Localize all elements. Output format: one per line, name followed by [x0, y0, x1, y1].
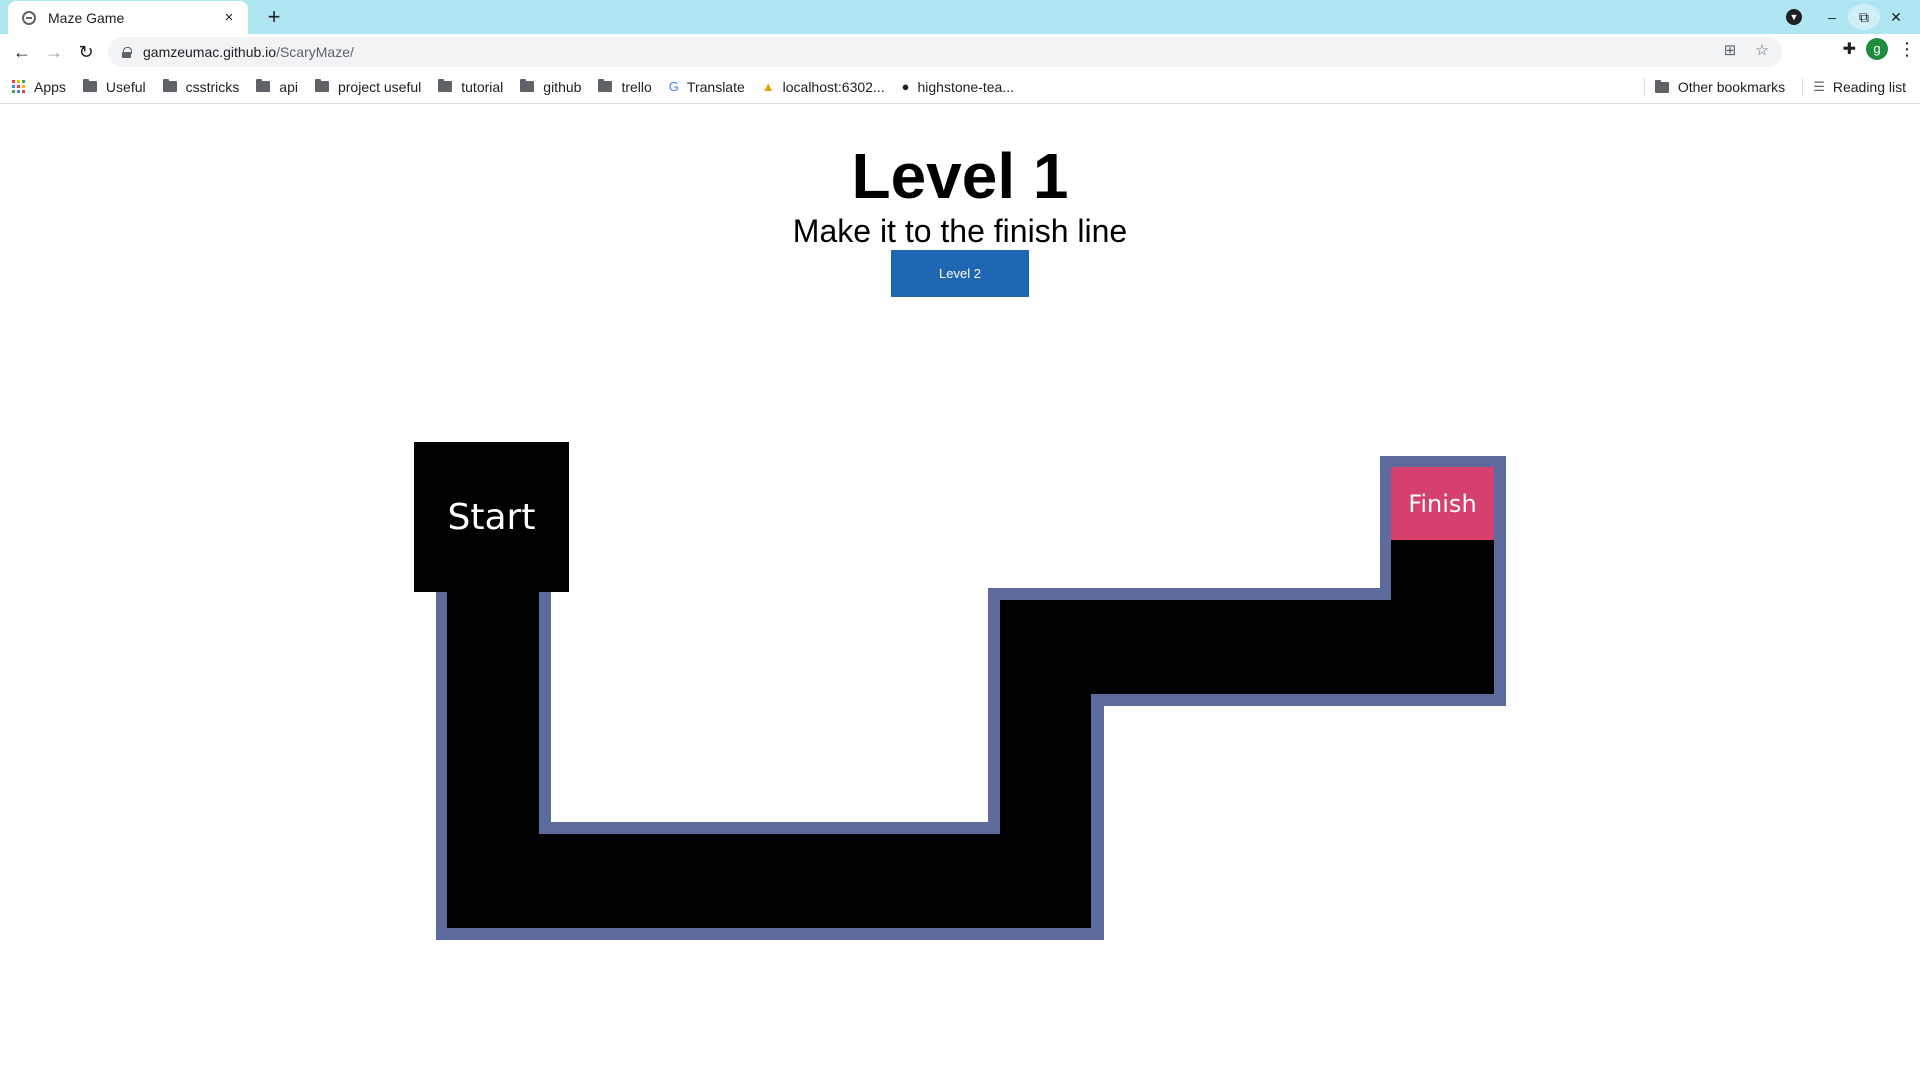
- maze-board[interactable]: Start Finish: [0, 0, 1920, 1080]
- maze-path[interactable]: [447, 834, 1091, 928]
- maze-path[interactable]: [1391, 530, 1494, 694]
- start-zone[interactable]: Start: [414, 442, 569, 592]
- finish-zone[interactable]: Finish: [1391, 467, 1494, 540]
